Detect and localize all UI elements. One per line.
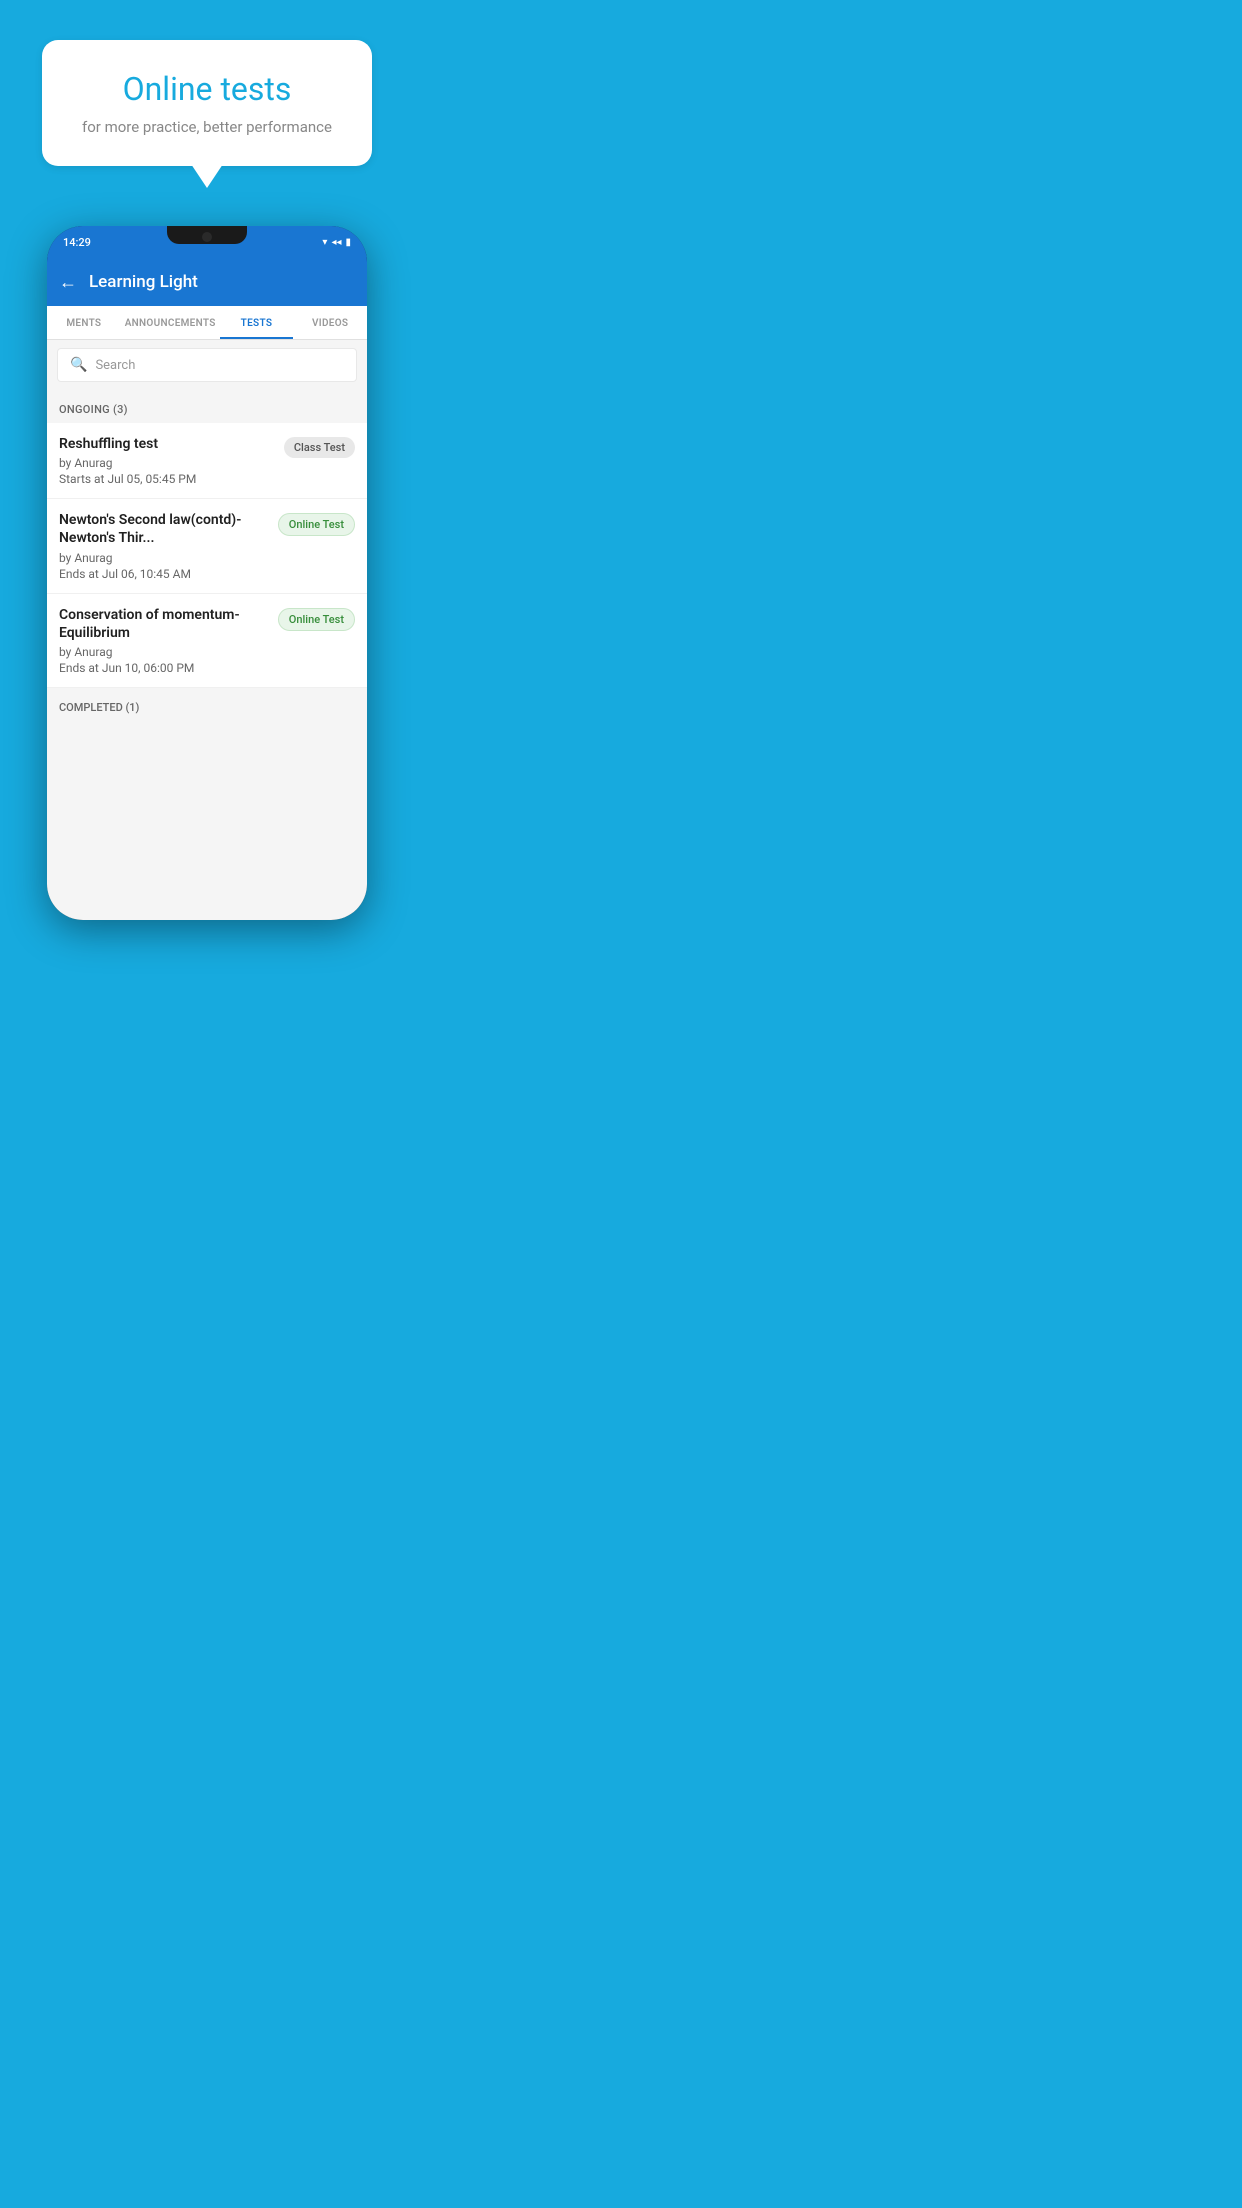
test-info-1: Reshuffling test by Anurag Starts at Jul… [59,435,284,486]
phone-frame: 14:29 ▾ ◂◂ ▮ ← Learning Light MENTS ANNO… [47,226,367,920]
app-bar: ← Learning Light [47,258,367,306]
test-badge-2: Online Test [278,513,355,536]
test-author-1: by Anurag [59,456,276,470]
test-name-2: Newton's Second law(contd)-Newton's Thir… [59,511,270,547]
back-button[interactable]: ← [59,272,77,293]
app-title: Learning Light [89,272,198,292]
test-item-2[interactable]: Newton's Second law(contd)-Newton's Thir… [47,499,367,593]
signal-icon: ◂◂ [331,237,341,248]
test-info-3: Conservation of momentum-Equilibrium by … [59,606,278,675]
ongoing-label: ONGOING (3) [59,403,128,416]
test-info-2: Newton's Second law(contd)-Newton's Thir… [59,511,278,580]
test-time-1: Starts at Jul 05, 05:45 PM [59,472,276,486]
tab-tests[interactable]: TESTS [220,306,294,339]
phone-container: 14:29 ▾ ◂◂ ▮ ← Learning Light MENTS ANNO… [0,226,414,920]
test-name-3: Conservation of momentum-Equilibrium [59,606,270,642]
completed-label: COMPLETED (1) [59,701,139,714]
test-name-1: Reshuffling test [59,435,276,453]
test-item-3[interactable]: Conservation of momentum-Equilibrium by … [47,594,367,688]
completed-section-header: COMPLETED (1) [47,688,367,723]
bubble-title: Online tests [70,70,343,108]
tab-videos[interactable]: VIDEOS [293,306,367,339]
ongoing-section-header: ONGOING (3) [47,390,367,423]
wifi-icon: ▾ [322,237,327,248]
camera-notch [202,232,212,242]
speech-bubble: Online tests for more practice, better p… [42,40,371,166]
tab-bar: MENTS ANNOUNCEMENTS TESTS VIDEOS [47,306,367,340]
status-bar: 14:29 ▾ ◂◂ ▮ [47,226,367,258]
battery-icon: ▮ [345,237,351,248]
status-time: 14:29 [63,236,91,249]
status-icons: ▾ ◂◂ ▮ [322,237,351,248]
bubble-subtitle: for more practice, better performance [70,118,343,136]
test-time-2: Ends at Jul 06, 10:45 AM [59,567,270,581]
test-badge-1: Class Test [284,437,355,458]
test-item-1[interactable]: Reshuffling test by Anurag Starts at Jul… [47,423,367,499]
test-author-2: by Anurag [59,551,270,565]
search-icon: 🔍 [70,357,87,373]
search-placeholder: Search [95,358,135,373]
test-author-3: by Anurag [59,645,270,659]
test-badge-3: Online Test [278,608,355,631]
tab-announcements[interactable]: ANNOUNCEMENTS [121,306,220,339]
test-list: Reshuffling test by Anurag Starts at Jul… [47,423,367,688]
search-bar-container: 🔍 Search [47,340,367,390]
test-time-3: Ends at Jun 10, 06:00 PM [59,661,270,675]
promo-section: Online tests for more practice, better p… [0,0,414,226]
tab-ments[interactable]: MENTS [47,306,121,339]
content-area: 🔍 Search ONGOING (3) Reshuffling test by… [47,340,367,920]
search-bar[interactable]: 🔍 Search [57,348,357,382]
